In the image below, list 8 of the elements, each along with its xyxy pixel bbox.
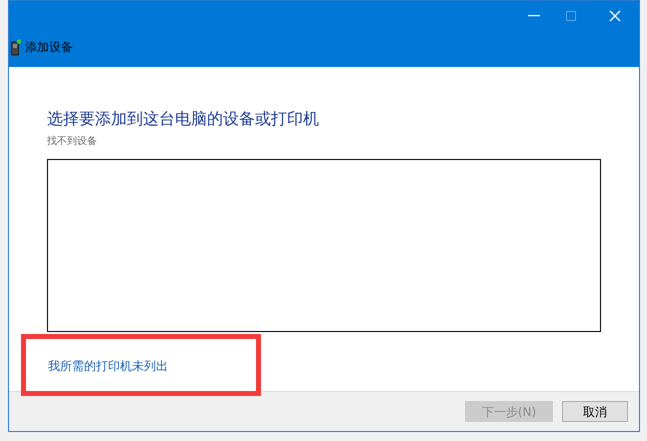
cancel-button[interactable]: 取消 (562, 401, 628, 422)
device-icon (11, 38, 21, 56)
printer-not-listed-link[interactable]: 我所需的打印机未列出 (48, 357, 168, 375)
dialog-heading: 选择要添加到这台电脑的设备或打印机 (47, 108, 319, 130)
close-icon[interactable] (609, 10, 621, 22)
status-text: 找不到设备 (47, 134, 97, 149)
minimize-icon[interactable] (528, 15, 540, 17)
window-title: 添加设备 (25, 39, 73, 56)
